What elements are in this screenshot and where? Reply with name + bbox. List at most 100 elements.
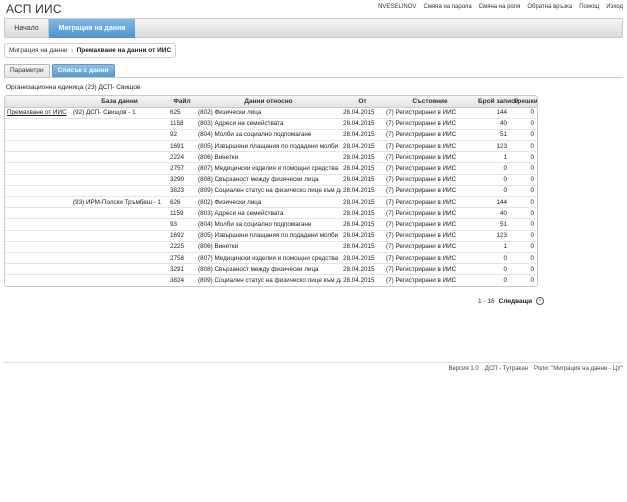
cell-data-about: (808) Свързаност между физически лица	[196, 174, 341, 186]
cell-data-about: (807) Медицински изделия и помощни средс…	[196, 162, 341, 175]
user-links: NVESELINOV Смяна на парола Смяна на роля…	[378, 4, 623, 10]
cell-action	[5, 275, 71, 286]
cell-file: 1158	[168, 118, 196, 130]
tab-divider	[4, 77, 623, 78]
table-row[interactable]: 3823 (809) Социален статус на физическо л…	[5, 185, 537, 198]
table-row[interactable]: (93) ИРМ-Полски Тръмбеш - 1 626 (802) Физи…	[5, 196, 537, 209]
table-row[interactable]: 93 (804) Молби за социално подпомагане 28.…	[5, 218, 537, 231]
cell-errors: 0	[512, 241, 537, 253]
table-row[interactable]: 1158 (803) Адреси на семействата 28.04.201…	[5, 118, 537, 130]
table-row[interactable]: 92 (804) Молби за социално подпомагане 28.…	[5, 129, 537, 142]
cell-record-count: 144	[476, 107, 512, 119]
cell-action	[5, 129, 71, 142]
table-row[interactable]: 2757 (807) Медицински изделия и помощни с…	[5, 162, 537, 175]
cell-file: 2225	[168, 241, 196, 253]
pager-next-link[interactable]: Следващи	[499, 298, 532, 305]
cell-data-about: (805) Извършени плащания по подадени мол…	[196, 230, 341, 242]
cell-record-count: 51	[476, 218, 512, 231]
feedback-link[interactable]: Обратна връзка	[527, 4, 572, 10]
tab-data-list[interactable]: Списък с данни	[51, 64, 115, 77]
cell-status: (7) Регистрирани в ИИС	[384, 162, 476, 175]
cell-file: 3291	[168, 263, 196, 276]
cell-record-count: 123	[476, 140, 512, 153]
nav-tab-data-migration[interactable]: Миграция на данни	[49, 19, 135, 38]
cell-errors: 0	[512, 118, 537, 130]
cell-data-about: (806) Винетки	[196, 241, 341, 253]
change-role-link[interactable]: Смяна на роля	[479, 4, 521, 10]
table-row[interactable]: 3290 (808) Свързаност между физически лиц…	[5, 174, 537, 186]
cell-errors: 0	[512, 162, 537, 175]
col-header-from[interactable]: От	[341, 96, 384, 108]
col-header-database[interactable]: База данни	[71, 96, 168, 108]
cell-status: (7) Регистрирани в ИИС	[384, 151, 476, 164]
col-header-file[interactable]: Файл	[168, 96, 196, 108]
cell-action	[5, 230, 71, 242]
help-link[interactable]: Помощ	[579, 4, 599, 10]
cell-from: 28.04.2015	[341, 151, 384, 164]
cell-from: 28.04.2015	[341, 196, 384, 209]
cell-database	[71, 241, 168, 253]
cell-errors: 0	[512, 174, 537, 186]
user-name-link[interactable]: NVESELINOV	[378, 4, 416, 10]
cell-data-about: (807) Медицински изделия и помощни средс…	[196, 252, 341, 265]
breadcrumb: Миграция на данни › Премахване на данни …	[4, 43, 177, 58]
col-header-errors[interactable]: Грешки	[512, 96, 537, 108]
cell-action	[5, 241, 71, 253]
cell-data-about: (808) Свързаност между физически лица	[196, 263, 341, 276]
cell-file: 2758	[168, 252, 196, 265]
cell-database	[71, 218, 168, 231]
cell-data-about: (802) Физически лица	[196, 107, 341, 119]
cell-errors: 0	[512, 207, 537, 220]
table-row[interactable]: 1691 (805) Извършени плащания по подадени…	[5, 140, 537, 153]
cell-record-count: 0	[476, 174, 512, 186]
pager-range: 1 - 16	[478, 297, 495, 305]
cell-data-about: (809) Социален статус на физическо лице …	[198, 277, 341, 285]
table-row[interactable]: 1159 (803) Адреси на семействата 28.04.201…	[5, 207, 537, 220]
cell-status: (7) Регистрирани в ИИС	[384, 218, 476, 231]
cell-data-about: (809) Социален статус на физическо лице …	[196, 185, 341, 198]
change-password-link[interactable]: Смяна на парола	[423, 4, 471, 10]
migration-table: База данни Файл Данни относно От Състоян…	[4, 95, 538, 287]
cell-status: (7) Регистрирани в ИИС	[384, 140, 476, 153]
cell-database	[71, 140, 168, 153]
logout-link[interactable]: Изход	[606, 4, 623, 10]
cell-record-count: 144	[476, 196, 512, 209]
cell-record-count: 123	[476, 230, 512, 242]
tab-parameters[interactable]: Параметри	[4, 64, 50, 77]
table-row[interactable]: 2224 (806) Винетки 28.04.2015 (7) Регистрир…	[5, 151, 537, 164]
cell-database	[71, 230, 168, 242]
table-header-row: База данни Файл Данни относно От Състоян…	[5, 96, 537, 108]
cell-record-count: 0	[476, 263, 512, 276]
cell-status: (7) Регистрирани в ИИС	[386, 277, 457, 285]
col-header-status[interactable]: Състояние	[384, 96, 476, 108]
table-row[interactable]: 3291 (808) Свързаност между физически лиц…	[5, 263, 537, 276]
breadcrumb-parent[interactable]: Миграция на данни	[9, 47, 68, 54]
cell-data-about: (804) Молби за социално подпомагане	[196, 129, 341, 142]
col-header-record-count[interactable]: Брой записи	[476, 96, 519, 108]
cell-database	[71, 185, 168, 198]
table-row[interactable]: 2225 (806) Винетки 28.04.2015 (7) Регистрир…	[5, 241, 537, 253]
cell-action	[5, 263, 71, 276]
cell-from: 28.04.2015	[341, 185, 384, 198]
chevron-right-icon[interactable]: ›	[536, 297, 545, 305]
cell-file: 1692	[168, 230, 196, 242]
cell-data-about: (803) Адреси на семействата	[196, 118, 341, 130]
nav-tab-home[interactable]: Начало	[5, 19, 49, 38]
table-row[interactable]: 3824 (809) Социален статус на физическо л…	[5, 275, 537, 286]
remove-from-iis-link[interactable]: Премахване от ИИС	[7, 109, 67, 116]
cell-action	[5, 252, 71, 265]
cell-action	[5, 140, 71, 153]
cell-errors: 0	[512, 185, 537, 198]
cell-action	[5, 162, 71, 175]
cell-record-count: 51	[476, 129, 512, 142]
cell-from: 28.04.2015	[341, 107, 384, 119]
table-row[interactable]: 1692 (805) Извършени плащания по подадени…	[5, 230, 537, 242]
cell-status: (7) Регистрирани в ИИС	[384, 207, 476, 220]
table-row[interactable]: 2758 (807) Медицински изделия и помощни с…	[5, 252, 537, 265]
col-header-data-about[interactable]: Данни относно	[196, 96, 341, 108]
footer-divider	[4, 362, 623, 363]
table-row[interactable]: Премахване от ИИС (92) ДСП- Свищов - 1 625…	[5, 107, 537, 119]
cell-action	[5, 207, 71, 220]
cell-database: (92) ДСП- Свищов - 1	[71, 107, 168, 119]
cell-database	[71, 275, 168, 286]
